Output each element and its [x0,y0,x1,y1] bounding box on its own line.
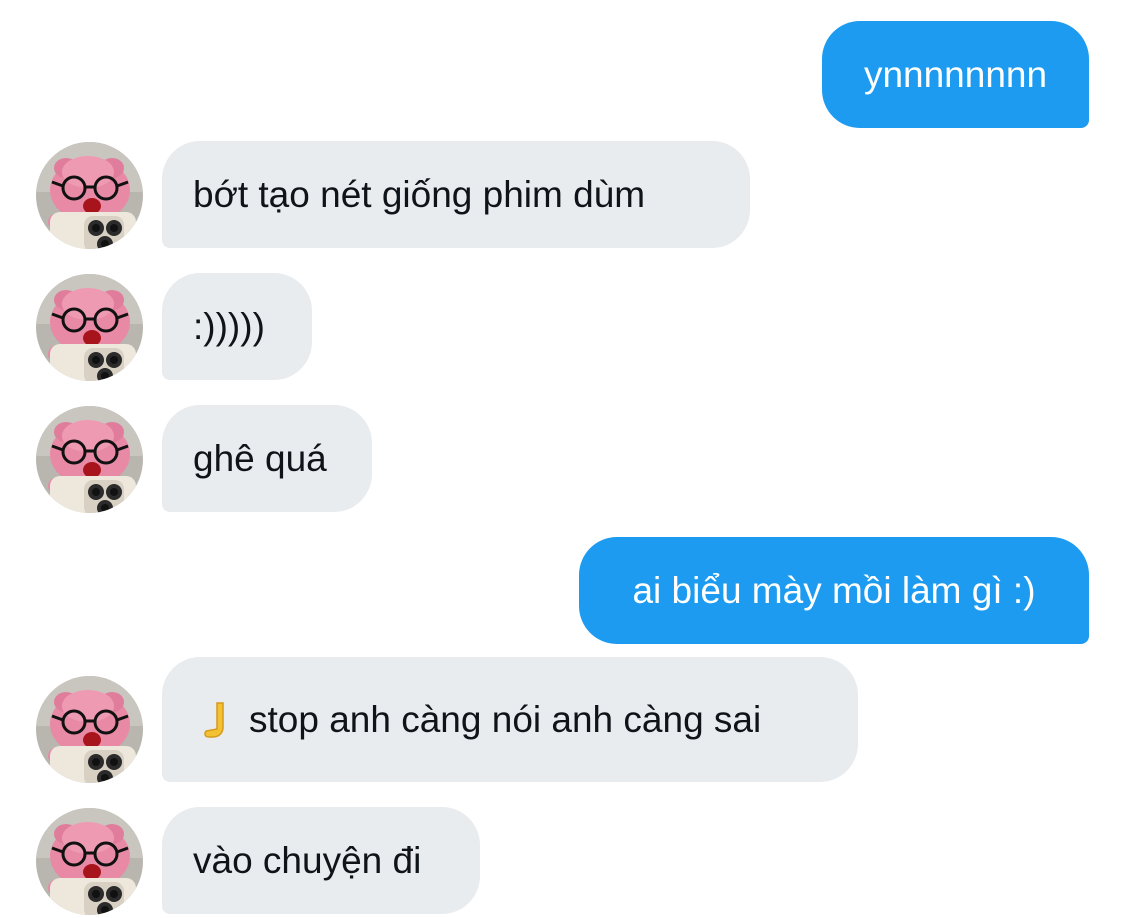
incoming-message-bubble[interactable]: ghê quá [162,405,372,512]
sender-avatar[interactable] [36,406,143,513]
incoming-message-bubble[interactable]: :))))) [162,273,312,380]
pink-plush-avatar-icon [36,142,143,249]
pink-plush-avatar-icon [36,274,143,381]
message-text: ynnnnnnnn [863,53,1048,95]
message-text: :))))) [193,305,265,347]
message-text: ghê quá [193,437,327,479]
incoming-message-bubble[interactable]: stop anh càng nói anh càng sai [162,657,858,782]
pink-plush-avatar-icon [36,406,143,513]
sender-avatar[interactable] [36,142,143,249]
pink-plush-avatar-icon [36,808,143,915]
pink-plush-avatar-icon [36,676,143,783]
sender-avatar[interactable] [36,808,143,915]
sender-avatar[interactable] [36,676,143,783]
sender-avatar[interactable] [36,274,143,381]
message-text: ai biểu mày mồi làm gì :) [632,569,1036,611]
incoming-message-bubble[interactable]: vào chuyện đi [162,807,480,914]
message-text: vào chuyện đi [193,839,422,881]
outgoing-message-bubble[interactable]: ynnnnnnnn [822,21,1089,128]
backhand-index-pointing-down-icon [204,701,224,738]
message-text: bớt tạo nét giống phim dùm [193,173,646,215]
incoming-message-bubble[interactable]: bớt tạo nét giống phim dùm [162,141,750,248]
message-text: stop anh càng nói anh càng sai [249,698,762,740]
outgoing-message-bubble[interactable]: ai biểu mày mồi làm gì :) [579,537,1089,644]
